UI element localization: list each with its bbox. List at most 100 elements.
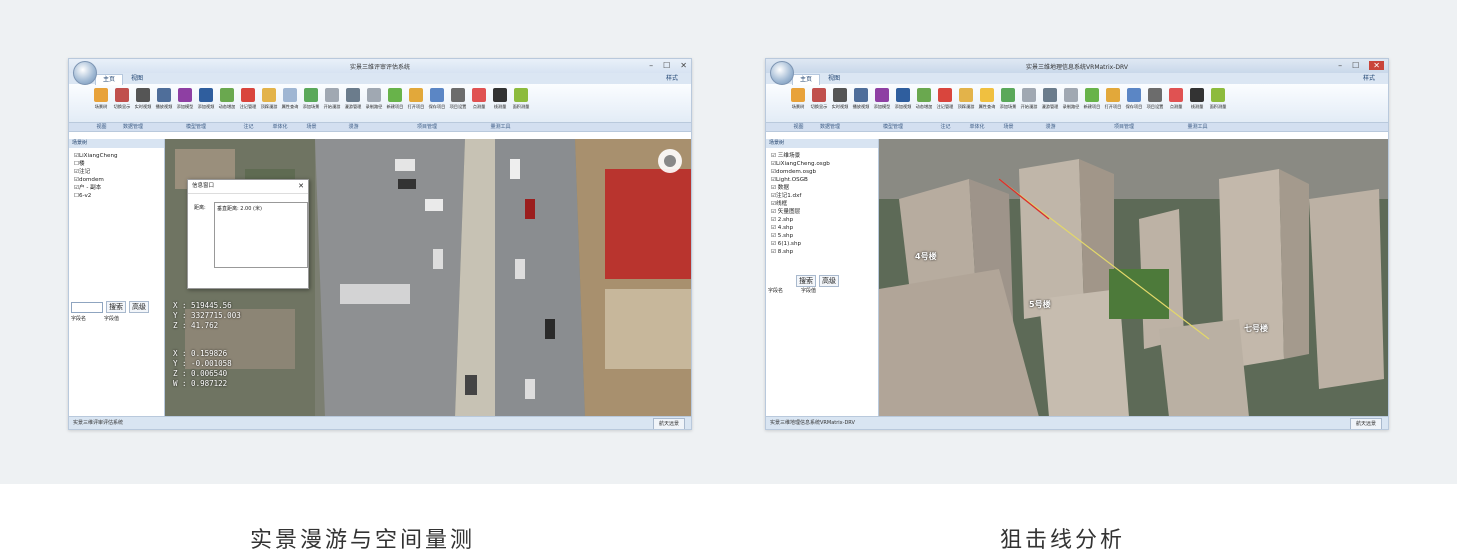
ribbon-group-label: 单体化 (969, 124, 985, 130)
ribbon-button[interactable]: 动态增加 (914, 84, 934, 120)
search-button[interactable]: 搜索 (796, 275, 816, 287)
close-icon[interactable]: ✕ (680, 61, 687, 70)
app-menu-orb[interactable] (770, 61, 794, 85)
ribbon-button[interactable]: 属性查询 (280, 84, 300, 120)
tree-item[interactable]: ☑ 4.shp (766, 224, 878, 232)
status-button[interactable]: 航天远景 (652, 418, 685, 429)
ribbon-button[interactable]: 面积测量 (1208, 84, 1228, 120)
maximize-icon[interactable]: ☐ (663, 61, 670, 70)
ribbon-button[interactable]: 线测量 (1187, 84, 1207, 120)
status-button[interactable]: 航天远景 (1349, 418, 1382, 429)
style-menu[interactable]: 样式 (1356, 74, 1382, 84)
ribbon-button[interactable]: 保存项目 (1124, 84, 1144, 120)
minimize-icon[interactable]: – (1338, 61, 1342, 70)
ribbon-button[interactable]: 添加视频 (196, 84, 216, 120)
3d-viewport[interactable]: 4号楼 5号楼 七号楼 (879, 139, 1388, 417)
ribbon-button[interactable]: 注记管理 (238, 84, 258, 120)
ribbon-button[interactable]: 切换显示 (112, 84, 132, 120)
tree-item[interactable]: ☑domdem.osgb (766, 168, 878, 176)
ribbon-button[interactable]: 实时视频 (830, 84, 850, 120)
ribbon-button-label: 打开项目 (1104, 104, 1122, 109)
advanced-button[interactable]: 高级 (129, 301, 149, 313)
tab-home[interactable]: 主页 (95, 74, 124, 85)
ribbon-button[interactable]: 切换显示 (809, 84, 829, 120)
ribbon-button[interactable]: 开始漫游 (322, 84, 342, 120)
ribbon-button[interactable]: 场景树 (91, 84, 111, 120)
tab-home[interactable]: 主页 (792, 74, 821, 85)
ribbon-group-labels: 视图 数据管理 模型管理 注记 单体化 场景 漫游 项目管理 量测工具 (69, 123, 691, 132)
ribbon-button[interactable]: 打开项目 (406, 84, 426, 120)
ribbon-button[interactable]: 漫游管理 (343, 84, 363, 120)
ribbon-button[interactable]: 保存项目 (427, 84, 447, 120)
tab-view[interactable]: 视图 (821, 74, 847, 84)
style-menu[interactable]: 样式 (659, 74, 685, 84)
ribbon-button[interactable]: 场景树 (788, 84, 808, 120)
ribbon-button[interactable]: 线测量 (490, 84, 510, 120)
close-icon[interactable]: ✕ (1369, 61, 1384, 70)
tree-item[interactable]: ☑domdem (69, 176, 164, 184)
tree-item[interactable]: ☑ 数据 (766, 184, 878, 192)
ribbon-button-icon (409, 88, 423, 102)
ribbon-button-icon (1190, 88, 1204, 102)
ribbon-button[interactable]: 点测量 (469, 84, 489, 120)
tree-item[interactable]: ☑Light.OSGB (766, 176, 878, 184)
ribbon-button[interactable]: 开始漫游 (1019, 84, 1039, 120)
app-menu-orb[interactable] (73, 61, 97, 85)
3d-viewport[interactable]: 信息窗口 ✕ 距离: 垂直距离: 2.00 (米) X : 519445.56 Y… (165, 139, 691, 417)
tree-item[interactable]: ☑注记1.dxf (766, 192, 878, 200)
ribbon-group-label: 场景 (306, 124, 317, 130)
ribbon-button[interactable]: 录制路径 (364, 84, 384, 120)
ribbon-button[interactable]: 播放视频 (851, 84, 871, 120)
ribbon-button[interactable]: 添加模型 (175, 84, 195, 120)
ribbon-button[interactable]: 添加场景 (998, 84, 1018, 120)
ribbon-button-icon (1064, 88, 1078, 102)
ribbon-button[interactable]: 添加视频 (893, 84, 913, 120)
tree-item[interactable]: ☑LiXiangCheng.osgb (766, 160, 878, 168)
ribbon-button[interactable]: 面积测量 (511, 84, 531, 120)
tree-item[interactable]: ☑ 三维场景 (766, 152, 878, 160)
tree-item[interactable]: ☑ 矢量图层 (766, 208, 878, 216)
ribbon-button[interactable]: 注记管理 (935, 84, 955, 120)
ribbon-button[interactable]: 新建项目 (385, 84, 405, 120)
advanced-button[interactable]: 高级 (819, 275, 839, 287)
tree-item[interactable]: ☐6-v2 (69, 192, 164, 200)
search-input[interactable] (71, 301, 103, 313)
ribbon-group-label: 模型管理 (185, 124, 206, 130)
ribbon-button[interactable]: 实时视频 (133, 84, 153, 120)
search-button[interactable]: 搜索 (106, 301, 126, 313)
ribbon-button-label: 面积测量 (1209, 104, 1227, 109)
dialog-close-icon[interactable]: ✕ (298, 180, 304, 193)
ribbon-button[interactable]: 顶踩漫游 (956, 84, 976, 120)
tree-item[interactable]: ☑线框 (766, 200, 878, 208)
ribbon-button[interactable]: 添加模型 (872, 84, 892, 120)
ribbon-button[interactable]: 添加场景 (301, 84, 321, 120)
tree-item[interactable]: ☑LiXiangCheng (69, 152, 164, 160)
ribbon-button[interactable]: 项目设置 (1145, 84, 1165, 120)
ribbon-button[interactable]: 打开项目 (1103, 84, 1123, 120)
tree-item[interactable]: ☑ 6(1).shp (766, 240, 878, 248)
ribbon-button[interactable]: 顶踩漫游 (259, 84, 279, 120)
caption-right: 狙击线分析 (1000, 528, 1126, 553)
ribbon-button[interactable]: 漫游管理 (1040, 84, 1060, 120)
ribbon-button[interactable]: 点测量 (1166, 84, 1186, 120)
ribbon-button-label: 漫游管理 (344, 104, 362, 109)
tree-item[interactable]: ☑ 8.shp (766, 248, 878, 256)
tree-item[interactable]: ☑ 2.shp (766, 216, 878, 224)
col-field-name: 字段名 (768, 288, 784, 294)
tree-item[interactable]: ☑户 - 副本 (69, 184, 164, 192)
ribbon-button[interactable]: 录制路径 (1061, 84, 1081, 120)
ribbon-button[interactable]: 新建项目 (1082, 84, 1102, 120)
ribbon-button[interactable]: 动态增加 (217, 84, 237, 120)
tree-item[interactable]: ☑注记 (69, 168, 164, 176)
ribbon-button[interactable]: 项目设置 (448, 84, 468, 120)
ribbon-button-label: 场景树 (94, 104, 108, 109)
ribbon-button[interactable]: 属性查询 (977, 84, 997, 120)
minimize-icon[interactable]: – (649, 61, 653, 70)
tree-item[interactable]: ☐楼 (69, 160, 164, 168)
tab-view[interactable]: 视图 (124, 74, 150, 84)
tree-item[interactable]: ☑ 5.shp (766, 232, 878, 240)
info-dialog[interactable]: 信息窗口 ✕ 距离: 垂直距离: 2.00 (米) (187, 179, 309, 289)
ribbon-button[interactable]: 播放视频 (154, 84, 174, 120)
maximize-icon[interactable]: ☐ (1352, 61, 1359, 70)
building-label-4: 4号楼 (915, 252, 937, 261)
